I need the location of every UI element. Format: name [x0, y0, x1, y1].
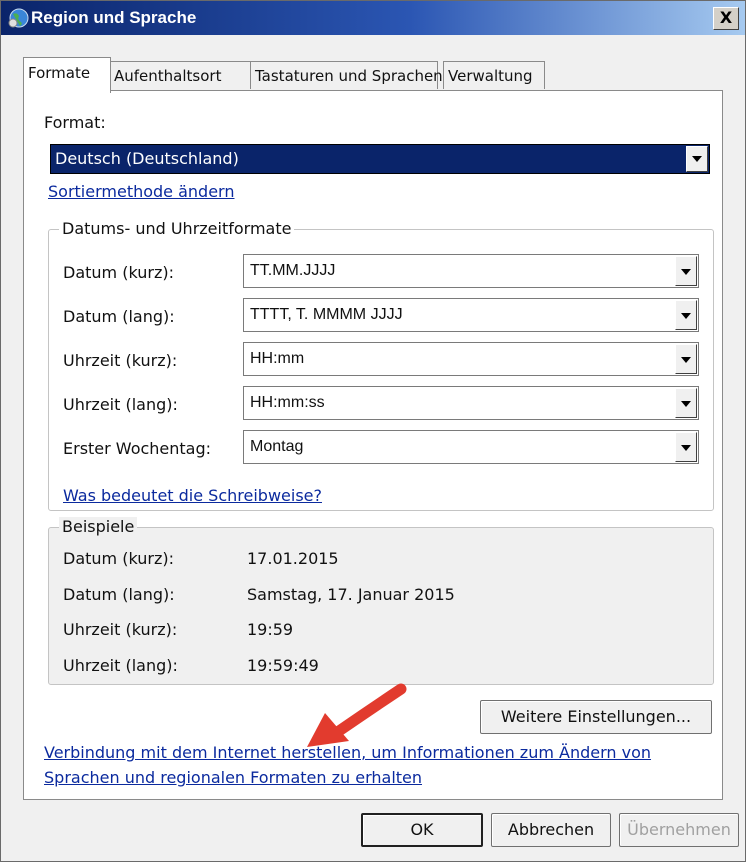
date-long-label: Datum (lang):	[63, 307, 175, 326]
internet-info-link-line2[interactable]: Sprachen und regionalen Formaten zu erha…	[44, 768, 422, 787]
tab-aufenthaltsort[interactable]: Aufenthaltsort	[109, 61, 251, 89]
time-short-label: Uhrzeit (kurz):	[63, 351, 178, 370]
globe-icon	[8, 8, 29, 28]
time-short-value: HH:mm	[250, 350, 305, 367]
example-time-long-value: 19:59:49	[247, 656, 319, 675]
first-weekday-value: Montag	[250, 438, 304, 455]
notation-help-link[interactable]: Was bedeutet die Schreibweise?	[63, 486, 322, 505]
time-long-dropdown-button[interactable]	[675, 388, 697, 418]
time-long-label: Uhrzeit (lang):	[63, 395, 178, 414]
tab-formate[interactable]: Formate	[23, 57, 111, 93]
examples-group: Beispiele Datum (kurz): 17.01.2015 Datum…	[48, 517, 714, 685]
example-date-short-value: 17.01.2015	[247, 549, 339, 568]
date-short-dropdown-button[interactable]	[675, 256, 697, 286]
date-short-label: Datum (kurz):	[63, 263, 174, 282]
format-label: Format:	[44, 113, 106, 132]
ok-button[interactable]: OK	[361, 813, 483, 847]
close-button[interactable]: X	[713, 7, 739, 30]
date-time-format-group: Datums- und Uhrzeitformate Datum (kurz):…	[48, 219, 714, 511]
date-long-value: TTTT, T. MMMM JJJJ	[250, 306, 403, 323]
examples-group-title: Beispiele	[59, 517, 138, 536]
example-time-short-label: Uhrzeit (kurz):	[63, 620, 178, 639]
example-time-long-label: Uhrzeit (lang):	[63, 656, 178, 675]
chevron-down-icon	[681, 445, 691, 451]
format-dropdown-button[interactable]	[686, 146, 708, 172]
time-long-value: HH:mm:ss	[250, 394, 325, 411]
time-short-dropdown-button[interactable]	[675, 344, 697, 374]
sort-method-link[interactable]: Sortiermethode ändern	[48, 182, 234, 201]
region-language-dialog: Region und Sprache X Formate Aufenthalts…	[0, 0, 746, 862]
date-long-combo[interactable]: TTTT, T. MMMM JJJJ	[243, 298, 699, 332]
tab-tastaturen-und-sprachen[interactable]: Tastaturen und Sprachen	[250, 61, 443, 89]
chevron-down-icon	[681, 357, 691, 363]
more-settings-button[interactable]: Weitere Einstellungen...	[480, 700, 712, 734]
date-long-dropdown-button[interactable]	[675, 300, 697, 330]
window-title: Region und Sprache	[31, 8, 197, 27]
first-weekday-label: Erster Wochentag:	[63, 439, 212, 458]
red-arrow-annotation	[307, 683, 407, 747]
chevron-down-icon	[681, 401, 691, 407]
chevron-down-icon	[681, 269, 691, 275]
format-selected-value: Deutsch (Deutschland)	[55, 149, 239, 168]
example-date-long-label: Datum (lang):	[63, 585, 175, 604]
time-long-combo[interactable]: HH:mm:ss	[243, 386, 699, 420]
date-time-group-title: Datums- und Uhrzeitformate	[59, 219, 295, 238]
example-time-short-value: 19:59	[247, 620, 294, 639]
date-short-value: TT.MM.JJJJ	[250, 262, 336, 279]
example-date-long-value: Samstag, 17. Januar 2015	[247, 585, 455, 604]
cancel-button[interactable]: Abbrechen	[491, 813, 611, 847]
chevron-down-icon	[692, 156, 702, 162]
tab-verwaltung[interactable]: Verwaltung	[443, 61, 545, 89]
apply-button[interactable]: Übernehmen	[619, 813, 739, 847]
first-weekday-dropdown-button[interactable]	[675, 432, 697, 462]
format-dropdown[interactable]: Deutsch (Deutschland)	[50, 144, 710, 174]
time-short-combo[interactable]: HH:mm	[243, 342, 699, 376]
date-short-combo[interactable]: TT.MM.JJJJ	[243, 254, 699, 288]
first-weekday-combo[interactable]: Montag	[243, 430, 699, 464]
title-bar[interactable]: Region und Sprache X	[1, 1, 745, 35]
chevron-down-icon	[681, 313, 691, 319]
example-date-short-label: Datum (kurz):	[63, 549, 174, 568]
